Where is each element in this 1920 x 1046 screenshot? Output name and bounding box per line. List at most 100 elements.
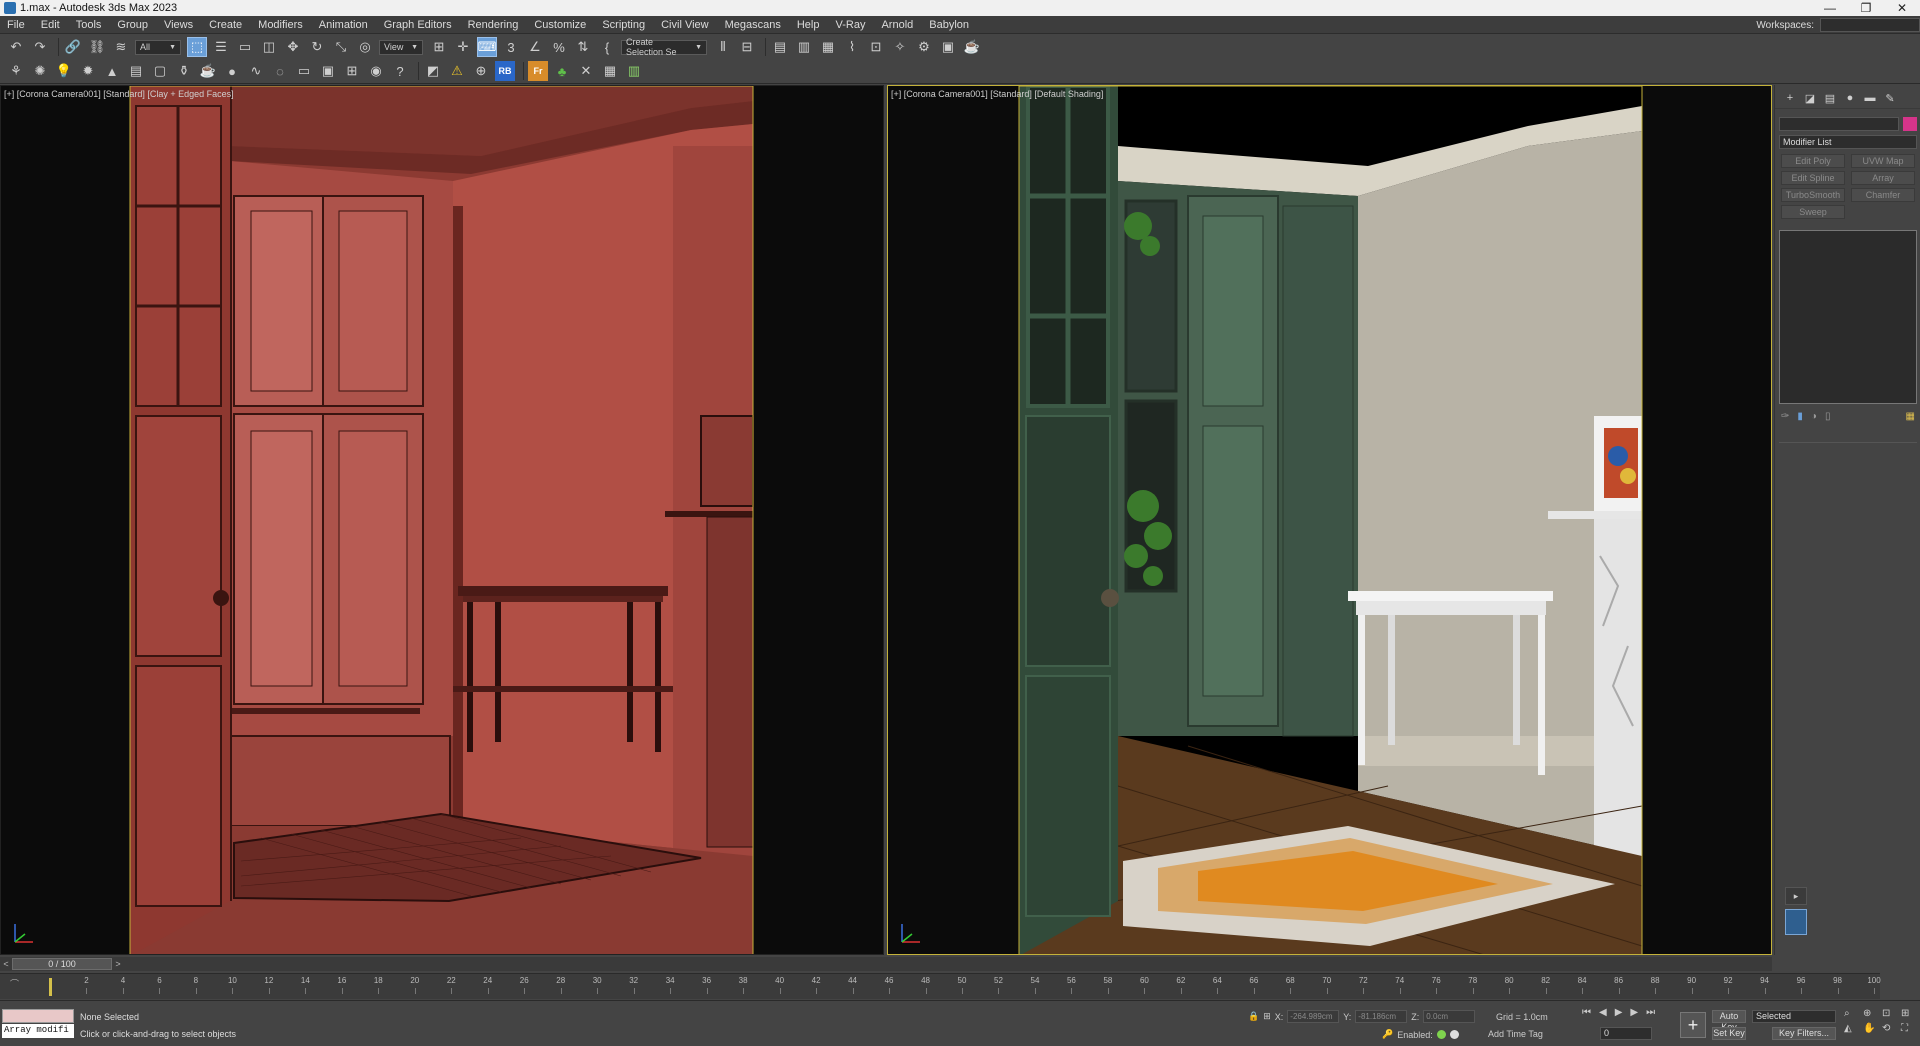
panel-icon[interactable]: ▦: [600, 61, 620, 81]
unlink-icon[interactable]: ⛓: [87, 37, 107, 57]
menu-vray[interactable]: V-Ray: [828, 16, 874, 34]
time-slider-prev-icon[interactable]: <: [0, 959, 12, 969]
percent-snap-icon[interactable]: %: [549, 37, 569, 57]
uvw-map-button[interactable]: UVW Map: [1851, 154, 1915, 168]
go-to-start-icon[interactable]: ⏮: [1582, 1007, 1591, 1018]
viewport-left[interactable]: [+] [Corona Camera001] [Standard] [Clay …: [0, 85, 884, 955]
edit-named-selection-icon[interactable]: {: [597, 37, 617, 57]
place-icon[interactable]: ◎: [355, 37, 375, 57]
maxscript-listener[interactable]: [2, 1009, 74, 1023]
redo-icon[interactable]: ↷: [30, 37, 50, 57]
hierarchy-tab-icon[interactable]: ▤: [1823, 91, 1837, 105]
display-tab-icon[interactable]: ▬: [1863, 91, 1877, 105]
window-crossing-icon[interactable]: ◫: [259, 37, 279, 57]
rb-button[interactable]: RB: [495, 61, 515, 81]
move-icon[interactable]: ✥: [283, 37, 303, 57]
z-field[interactable]: 0.0cm: [1423, 1010, 1476, 1023]
warning-icon[interactable]: ⚠: [447, 61, 467, 81]
select-by-name-icon[interactable]: ☰: [211, 37, 231, 57]
time-slider-thumb[interactable]: 0 / 100: [12, 958, 112, 970]
field-of-view-icon[interactable]: ◭: [1844, 1023, 1859, 1034]
play-icon[interactable]: ▶: [1615, 1007, 1623, 1018]
set-keys-icon[interactable]: +: [1680, 1012, 1706, 1038]
sphere-icon[interactable]: ●: [222, 61, 242, 81]
orbit-icon[interactable]: ⟲: [1882, 1023, 1897, 1034]
current-frame-field[interactable]: 0: [1600, 1027, 1652, 1040]
object-name-field[interactable]: [1779, 117, 1899, 131]
workspaces-dropdown[interactable]: [1820, 18, 1920, 32]
menu-tools[interactable]: Tools: [69, 16, 111, 34]
edit-spline-button[interactable]: Edit Spline: [1781, 171, 1845, 185]
scatter-icon[interactable]: ♣: [552, 61, 572, 81]
bulb-icon[interactable]: ◌: [270, 61, 290, 81]
next-frame-icon[interactable]: ▶: [1630, 1007, 1638, 1018]
turbosmooth-button[interactable]: TurboSmooth: [1781, 188, 1845, 202]
rotate-icon[interactable]: ↻: [307, 37, 327, 57]
array-button[interactable]: Array: [1851, 171, 1915, 185]
set-key-button[interactable]: Set Key: [1712, 1027, 1746, 1040]
viewport-right-label[interactable]: [+] [Corona Camera001] [Standard] [Defau…: [891, 89, 1103, 99]
maximize-viewport-icon[interactable]: ⛶: [1901, 1023, 1916, 1034]
viewport-layout-icon[interactable]: [1785, 909, 1807, 935]
frame-icon[interactable]: ▢: [150, 61, 170, 81]
menu-megascans[interactable]: Megascans: [718, 16, 790, 34]
menu-create[interactable]: Create: [202, 16, 251, 34]
sweep-button[interactable]: Sweep: [1781, 205, 1845, 219]
x-field[interactable]: -264.989cm: [1287, 1010, 1340, 1023]
lock-selection-icon[interactable]: 🔒: [1248, 1011, 1259, 1022]
utilities-tab-icon[interactable]: ✎: [1883, 91, 1897, 105]
previous-frame-icon[interactable]: ◀: [1599, 1007, 1607, 1018]
chamfer-button[interactable]: Chamfer: [1851, 188, 1915, 202]
teapot-icon[interactable]: ☕: [198, 61, 218, 81]
menu-scripting[interactable]: Scripting: [595, 16, 654, 34]
box-icon[interactable]: ▣: [318, 61, 338, 81]
menu-graph-editors[interactable]: Graph Editors: [377, 16, 461, 34]
curve-editor-icon[interactable]: ⌇: [842, 37, 862, 57]
go-to-end-icon[interactable]: ⏭: [1646, 1007, 1655, 1018]
reference-coord-dropdown[interactable]: View ▼: [379, 39, 423, 55]
menu-group[interactable]: Group: [110, 16, 157, 34]
schematic-view-icon[interactable]: ⊡: [866, 37, 886, 57]
edit-poly-button[interactable]: Edit Poly: [1781, 154, 1845, 168]
viewport-left-label[interactable]: [+] [Corona Camera001] [Standard] [Clay …: [4, 89, 234, 99]
layer-explorer-icon[interactable]: ▥: [794, 37, 814, 57]
track-bar[interactable]: ⌒ 2 4 6 8 10 12 14 16 18 20 22 24 26 28 30 32 34 36 38 40 42…: [0, 973, 1881, 999]
modify-tab-icon[interactable]: ◪: [1803, 91, 1817, 105]
select-object-icon[interactable]: ⬚: [187, 37, 207, 57]
plugin-tool-icon[interactable]: ⚘: [6, 61, 26, 81]
zoom-all-icon[interactable]: ⊕: [1863, 1008, 1878, 1019]
enabled-indicator-icon[interactable]: [1436, 1030, 1446, 1039]
scene-explorer-icon[interactable]: ▤: [770, 37, 790, 57]
keyboard-shortcut-override-icon[interactable]: ⌨: [477, 37, 497, 57]
selection-filter-dropdown[interactable]: All ▼: [135, 39, 181, 55]
light-icon[interactable]: 💡: [54, 61, 74, 81]
current-frame-marker[interactable]: [49, 978, 52, 996]
align-icon[interactable]: ⊟: [737, 37, 757, 57]
spinner-snap-icon[interactable]: ⇅: [573, 37, 593, 57]
render-production-icon[interactable]: ☕: [962, 37, 982, 57]
play-preview-icon[interactable]: ▸: [1785, 887, 1807, 905]
modifier-stack[interactable]: [1779, 230, 1917, 404]
document-icon[interactable]: ▤: [126, 61, 146, 81]
viewport-right[interactable]: [+] [Corona Camera001] [Standard] [Defau…: [887, 85, 1772, 955]
snap-toggle-icon[interactable]: 3: [501, 37, 521, 57]
menu-help[interactable]: Help: [790, 16, 829, 34]
auto-key-button[interactable]: Auto Key: [1712, 1010, 1746, 1032]
stats-icon[interactable]: ⊕: [471, 61, 491, 81]
menu-babylon[interactable]: Babylon: [922, 16, 978, 34]
region-select-icon[interactable]: ▭: [235, 37, 255, 57]
select-manipulate-icon[interactable]: ✛: [453, 37, 473, 57]
menu-arnold[interactable]: Arnold: [874, 16, 922, 34]
menu-animation[interactable]: Animation: [312, 16, 377, 34]
make-unique-icon[interactable]: ◑: [1811, 411, 1817, 427]
minimize-button[interactable]: —: [1812, 0, 1848, 16]
slash-icon[interactable]: ◩: [423, 61, 443, 81]
forest-pack-button[interactable]: Fr: [528, 61, 548, 81]
menu-file[interactable]: File: [0, 16, 34, 34]
link-icon[interactable]: 🔗: [63, 37, 83, 57]
time-slider-next-icon[interactable]: >: [112, 959, 124, 969]
help-icon[interactable]: ?: [390, 61, 410, 81]
menu-modifiers[interactable]: Modifiers: [251, 16, 312, 34]
sun-icon[interactable]: ✹: [78, 61, 98, 81]
menu-views[interactable]: Views: [157, 16, 202, 34]
